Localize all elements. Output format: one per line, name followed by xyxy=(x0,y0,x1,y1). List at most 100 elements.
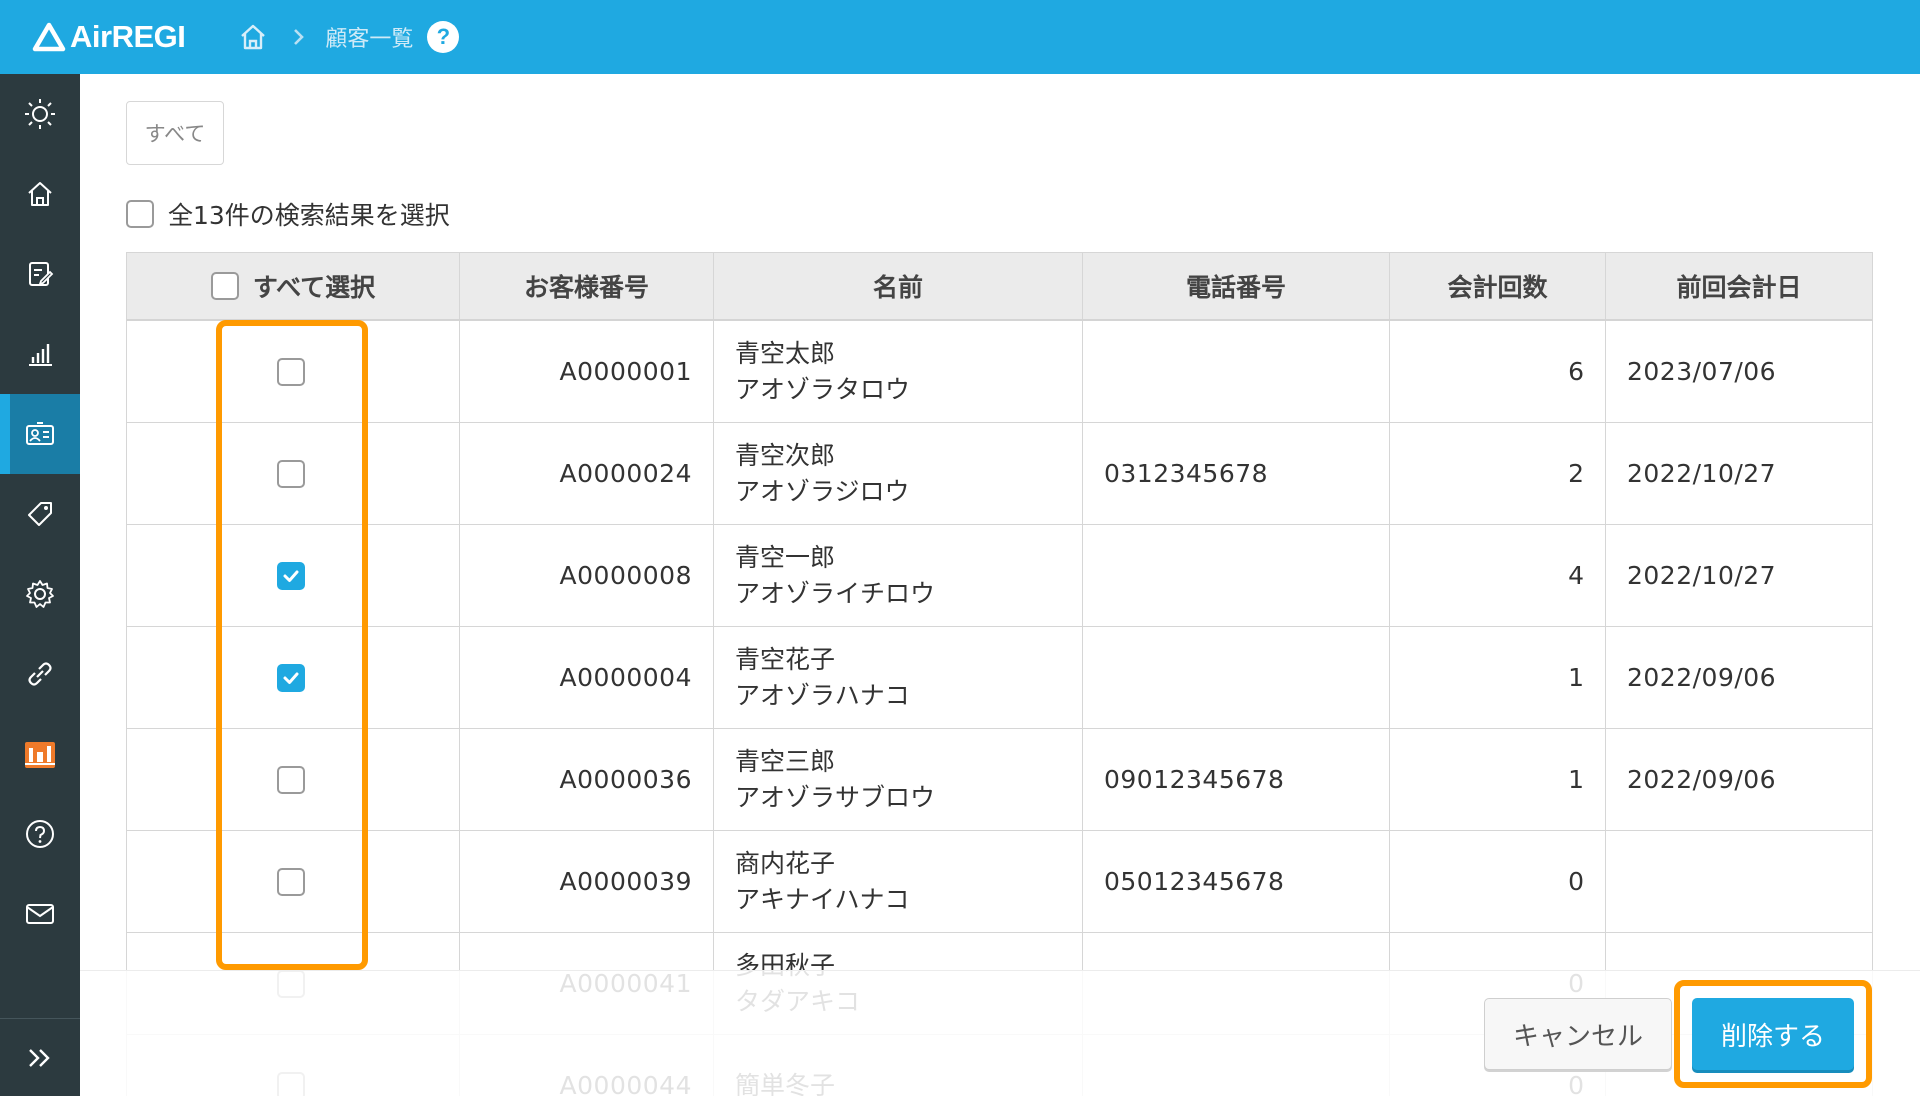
customer-kana: アキナイハナコ xyxy=(735,884,910,914)
sidebar-item-products[interactable] xyxy=(0,474,80,554)
customer-no-cell: A0000036 xyxy=(460,729,714,830)
row-select-cell xyxy=(127,321,460,422)
row-checkbox[interactable] xyxy=(277,765,305,794)
sidebar-divider xyxy=(0,1018,80,1019)
table-row[interactable]: A0000008 青空一郎 アオゾライチロウ 4 2022/10/27 xyxy=(126,525,1873,627)
header-phone: 電話番号 xyxy=(1083,253,1390,319)
phone-cell: 05012345678 xyxy=(1083,831,1390,932)
customer-name: 青空一郎 xyxy=(735,542,836,572)
sun-icon xyxy=(25,99,55,129)
help-icon[interactable]: ? xyxy=(427,21,460,53)
row-checkbox[interactable] xyxy=(277,357,305,386)
customer-no-cell: A0000024 xyxy=(460,423,714,524)
visits-cell: 2 xyxy=(1390,423,1606,524)
select-all-results[interactable]: 全13件の検索結果を選択 xyxy=(126,196,450,232)
table-row[interactable]: A0000004 青空花子 アオゾラハナコ 1 2022/09/06 xyxy=(126,627,1873,729)
header-select-all-label: すべて選択 xyxy=(252,273,376,302)
chevron-right-icon xyxy=(293,28,305,46)
name-cell[interactable]: 青空一郎 アオゾライチロウ xyxy=(714,525,1083,626)
id-card-icon xyxy=(26,422,54,445)
sidebar-item-integrations[interactable] xyxy=(0,634,80,714)
phone-cell xyxy=(1083,525,1390,626)
link-icon xyxy=(28,662,52,686)
top-bar: AirREGI 顧客一覧 ? xyxy=(0,0,1920,74)
customer-kana: アオゾラハナコ xyxy=(735,680,910,710)
phone-cell: 09012345678 xyxy=(1083,729,1390,830)
visits-cell: 6 xyxy=(1390,321,1606,422)
sidebar-item-sales[interactable] xyxy=(0,314,80,394)
header-customer-no: お客様番号 xyxy=(460,253,714,319)
customer-name: 青空次郎 xyxy=(735,440,836,470)
table-header: すべて選択 お客様番号 名前 電話番号 会計回数 前回会計日 xyxy=(126,253,1873,321)
sidebar-item-weather[interactable] xyxy=(0,74,80,154)
gear-icon xyxy=(26,580,54,608)
app-name: AirREGI xyxy=(70,19,186,54)
customer-name: 商内花子 xyxy=(735,848,836,878)
customer-name: 青空三郎 xyxy=(735,746,836,776)
name-cell[interactable]: 青空三郎アオゾラサブロウ xyxy=(714,729,1083,830)
customer-kana: アオゾラサブロウ xyxy=(735,782,936,812)
table-row[interactable]: A0000036 青空三郎 アオゾラサブロウ 09012345678 1 2022/09/… xyxy=(126,729,1873,831)
row-select-cell xyxy=(127,423,460,524)
edit-document-icon xyxy=(29,262,54,286)
last-date-cell xyxy=(1606,831,1872,932)
visits-cell: 1 xyxy=(1390,729,1606,830)
table-row[interactable]: A0000039 商内花子 アキナイハナコ 05012345678 0 xyxy=(126,831,1873,933)
row-select-cell xyxy=(127,831,460,932)
sidebar-item-mail[interactable] xyxy=(0,874,80,954)
home-icon[interactable] xyxy=(235,19,271,55)
question-circle-icon xyxy=(26,820,54,848)
customer-no-cell: A0000039 xyxy=(460,831,714,932)
cancel-button[interactable]: キャンセル xyxy=(1484,998,1672,1070)
delete-button[interactable]: 削除する xyxy=(1692,998,1854,1070)
customer-name: 青空太郎 xyxy=(735,338,836,368)
sidebar-item-settings[interactable] xyxy=(0,554,80,634)
table-row[interactable]: A0000024 青空次郎 アオゾラジロウ 0312345678 2 2022/10/27 xyxy=(126,423,1873,525)
name-cell[interactable]: 青空太郎アオゾラタロウ xyxy=(714,321,1083,422)
row-checkbox[interactable] xyxy=(277,663,305,692)
select-all-checkbox[interactable] xyxy=(210,272,239,300)
tag-icon xyxy=(28,502,52,526)
header-select-all[interactable]: すべて選択 xyxy=(127,253,460,319)
table-row[interactable]: A0000001 青空太郎 アオゾラタロウ 6 2023/07/06 xyxy=(126,321,1873,423)
row-checkbox[interactable] xyxy=(277,561,305,590)
sidebar-item-home[interactable] xyxy=(0,154,80,234)
mail-icon xyxy=(26,904,54,924)
double-chevron-right-icon xyxy=(29,1049,50,1067)
row-select-cell xyxy=(127,729,460,830)
row-select-cell xyxy=(127,525,460,626)
select-all-results-checkbox[interactable] xyxy=(126,200,154,228)
main-content: すべて 全13件の検索結果を選択 すべて選択 お客様番号 名前 電話番号 会計回… xyxy=(80,74,1920,1096)
sidebar-item-checkout[interactable] xyxy=(0,234,80,314)
breadcrumb-current: 顧客一覧 xyxy=(325,27,414,52)
customer-kana: アオゾラタロウ xyxy=(735,374,911,404)
phone-cell xyxy=(1083,321,1390,422)
airregi-logo[interactable]: AirREGI xyxy=(32,19,186,55)
customer-kana: アオゾラジロウ xyxy=(735,476,910,506)
breadcrumb: 顧客一覧 ? xyxy=(235,19,460,55)
row-select-cell xyxy=(127,627,460,728)
sidebar-item-help[interactable] xyxy=(0,794,80,874)
last-date-cell: 2022/10/27 xyxy=(1627,459,1777,488)
phone-cell: 0312345678 xyxy=(1083,423,1390,524)
sidebar xyxy=(0,74,80,1096)
sidebar-item-store[interactable] xyxy=(0,714,80,794)
customer-no-cell: A0000004 xyxy=(460,627,714,728)
row-checkbox[interactable] xyxy=(277,459,305,488)
select-all-results-label: 全13件の検索結果を選択 xyxy=(168,201,450,230)
customer-no-cell: A0000008 xyxy=(460,525,714,626)
store-icon xyxy=(25,742,55,768)
last-date-cell: 2022/09/06 xyxy=(1627,663,1777,692)
phone-cell xyxy=(1083,627,1390,728)
row-checkbox[interactable] xyxy=(277,867,305,896)
name-cell[interactable]: 青空次郎アオゾラジロウ xyxy=(714,423,1083,524)
name-cell[interactable]: 商内花子アキナイハナコ xyxy=(714,831,1083,932)
visits-cell: 0 xyxy=(1390,831,1606,932)
filter-all-button[interactable]: すべて xyxy=(126,101,224,165)
header-last-date: 前回会計日 xyxy=(1676,273,1802,302)
airregi-logo-icon xyxy=(32,22,66,52)
sidebar-expand-button[interactable] xyxy=(0,1020,80,1096)
sidebar-item-customers[interactable] xyxy=(0,394,80,474)
name-cell[interactable]: 青空花子 アオゾラハナコ xyxy=(714,627,1083,728)
bar-chart-icon xyxy=(29,344,52,366)
